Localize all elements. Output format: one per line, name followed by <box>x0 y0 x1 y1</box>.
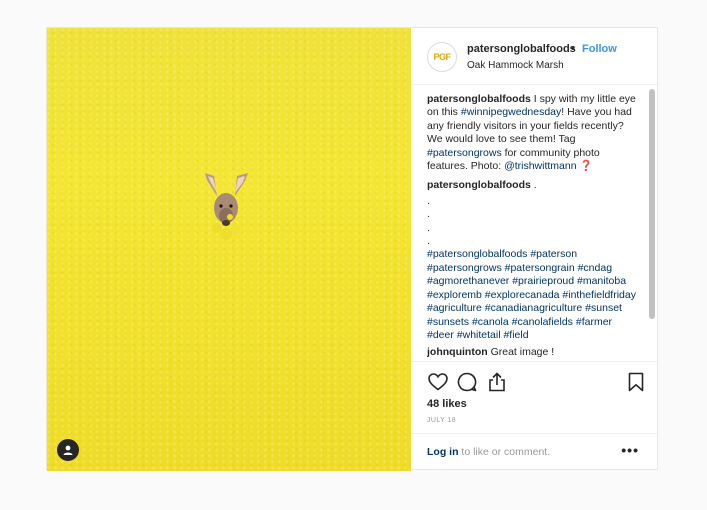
caption: patersonglobalfoods I spy with my little… <box>427 93 641 173</box>
comment-dot: . <box>427 194 430 207</box>
comment-bar: Log in to like or comment. ••• <box>411 433 659 471</box>
avatar[interactable]: PGF <box>427 42 457 72</box>
comment: johnquinton Great image ! <box>427 346 641 359</box>
tagged-user-icon[interactable] <box>57 439 79 461</box>
post-card: PGF patersonglobalfoods • Follow Oak Ham… <box>46 27 659 471</box>
heart-icon[interactable] <box>427 371 449 393</box>
comment-author[interactable]: patersonglobalfoods <box>427 179 531 191</box>
mention-link[interactable]: @trishwittmann <box>504 160 577 172</box>
hashtag-link[interactable]: #patersongrows <box>427 147 502 159</box>
post-photo[interactable] <box>47 28 411 471</box>
login-link[interactable]: Log in <box>427 446 459 458</box>
bookmark-icon[interactable] <box>625 371 647 393</box>
comments-scrollbar[interactable] <box>649 85 655 361</box>
action-bar: 48 likes JULY 18 <box>411 361 659 433</box>
caption-emoji: ❓ <box>576 160 593 173</box>
scrollbar-thumb[interactable] <box>649 89 655 319</box>
login-prompt: Log in to like or comment. <box>427 446 550 458</box>
comment-dot: . <box>427 221 430 234</box>
location-link[interactable]: Oak Hammock Marsh <box>467 60 564 71</box>
comment-author[interactable]: johnquinton <box>427 346 488 358</box>
comment-text: Great image ! <box>487 346 555 359</box>
comment-dot: . <box>427 208 430 221</box>
separator-dot: • <box>571 43 575 55</box>
post-sidebar: PGF patersonglobalfoods • Follow Oak Ham… <box>411 28 659 471</box>
comment-icon[interactable] <box>456 371 478 393</box>
avatar-text: PGF <box>433 52 451 62</box>
username-link[interactable]: patersonglobalfoods <box>467 43 576 55</box>
comment-dot: . <box>427 235 430 248</box>
share-icon[interactable] <box>486 371 508 393</box>
post-header: PGF patersonglobalfoods • Follow Oak Ham… <box>411 28 659 85</box>
follow-button[interactable]: Follow <box>582 43 617 55</box>
comment-text: . <box>530 179 537 192</box>
deer-image <box>205 173 248 240</box>
comment: patersonglobalfoods . <box>427 179 641 192</box>
caption-author[interactable]: patersonglobalfoods <box>427 93 531 105</box>
post-date[interactable]: JULY 18 <box>427 417 456 424</box>
login-text: to like or comment. <box>458 446 551 458</box>
likes-count[interactable]: 48 likes <box>427 398 467 410</box>
hashtag-link[interactable]: #winnipegwednesday <box>461 106 561 118</box>
comments-list: patersonglobalfoods I spy with my little… <box>427 93 641 361</box>
more-options-icon[interactable]: ••• <box>621 442 639 458</box>
comment-hashtags[interactable]: #patersonglobalfoods #paterson #paterson… <box>427 248 641 342</box>
